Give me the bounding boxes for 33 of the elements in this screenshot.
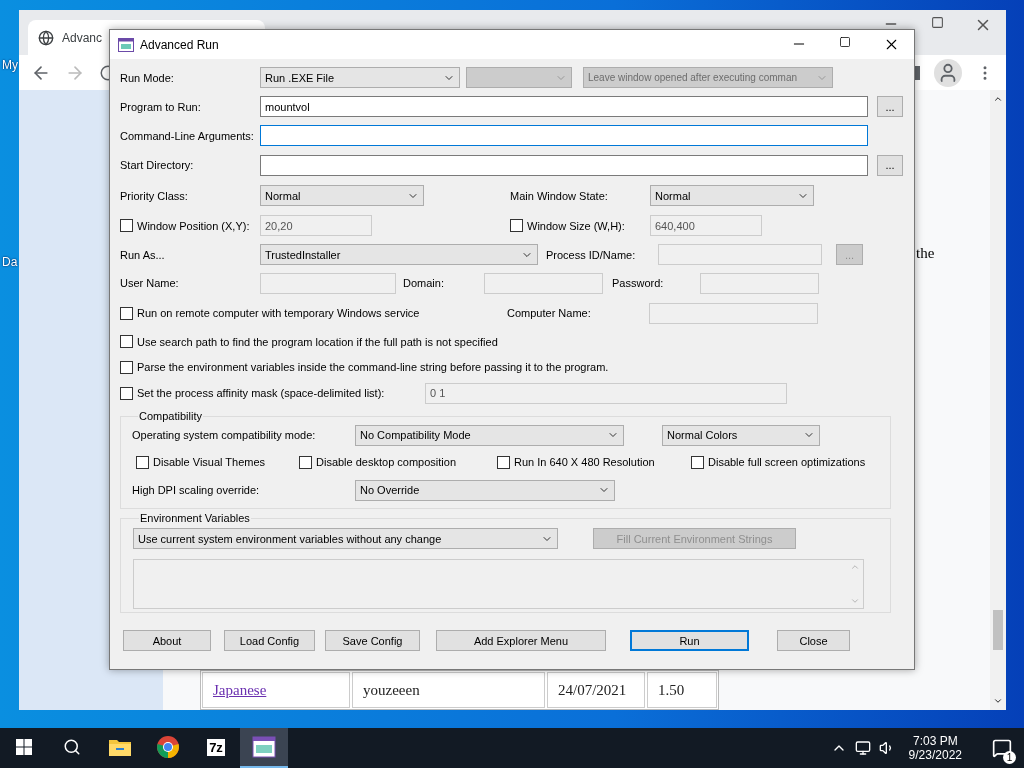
page-text: the (916, 245, 936, 262)
window-title: Advanced Run (140, 37, 219, 52)
field-label: Run Mode: (120, 71, 174, 84)
field-label: Process ID/Name: (546, 248, 636, 261)
field-label: High DPI scaling override: (132, 484, 260, 496)
table-cell: 24/07/2021 (547, 672, 645, 708)
notification-badge: 1 (1003, 751, 1016, 764)
field-label: Password: (612, 277, 664, 289)
field-label: Command-Line Arguments: (120, 129, 254, 142)
field-label: User Name: (120, 277, 179, 289)
checkbox-label: Disable full screen optimizations (708, 456, 866, 468)
field-label: Operating system compatibility mode: (132, 429, 316, 441)
field-label: Computer Name: (507, 307, 591, 319)
field-label: Run As... (120, 248, 165, 261)
checkbox-label: Run on remote computer with temporary Windows service (137, 307, 420, 319)
table-cell: youzeeen (352, 672, 545, 708)
checkbox-label: Window Position (X,Y): (137, 219, 250, 232)
group-title: Environment Variables (139, 512, 251, 524)
checkbox-label: Run In 640 X 480 Resolution (514, 456, 655, 468)
checkbox-label: Parse the environment variables inside the command-line string before passing it to the program. (137, 361, 609, 373)
group-title: Compatibility (138, 410, 203, 422)
archive-icon: 7z (207, 738, 225, 756)
table-cell: 1.50 (647, 672, 717, 708)
checkbox-label: Disable desktop composition (316, 456, 457, 468)
checkbox-label: Disable Visual Themes (153, 456, 266, 468)
field-label: Domain: (403, 277, 444, 289)
field-label: Start Directory: (120, 159, 194, 171)
checkbox-label: Window Size (W,H): (527, 219, 625, 232)
field-label: Main Window State: (510, 189, 608, 202)
field-label: Priority Class: (120, 189, 188, 202)
checkbox-label: Set the process affinity mask (space-delimited list): (137, 387, 385, 399)
checkbox-label: Use search path to find the program location if the full path is not specified (137, 335, 498, 348)
field-label: Program to Run: (120, 100, 201, 113)
